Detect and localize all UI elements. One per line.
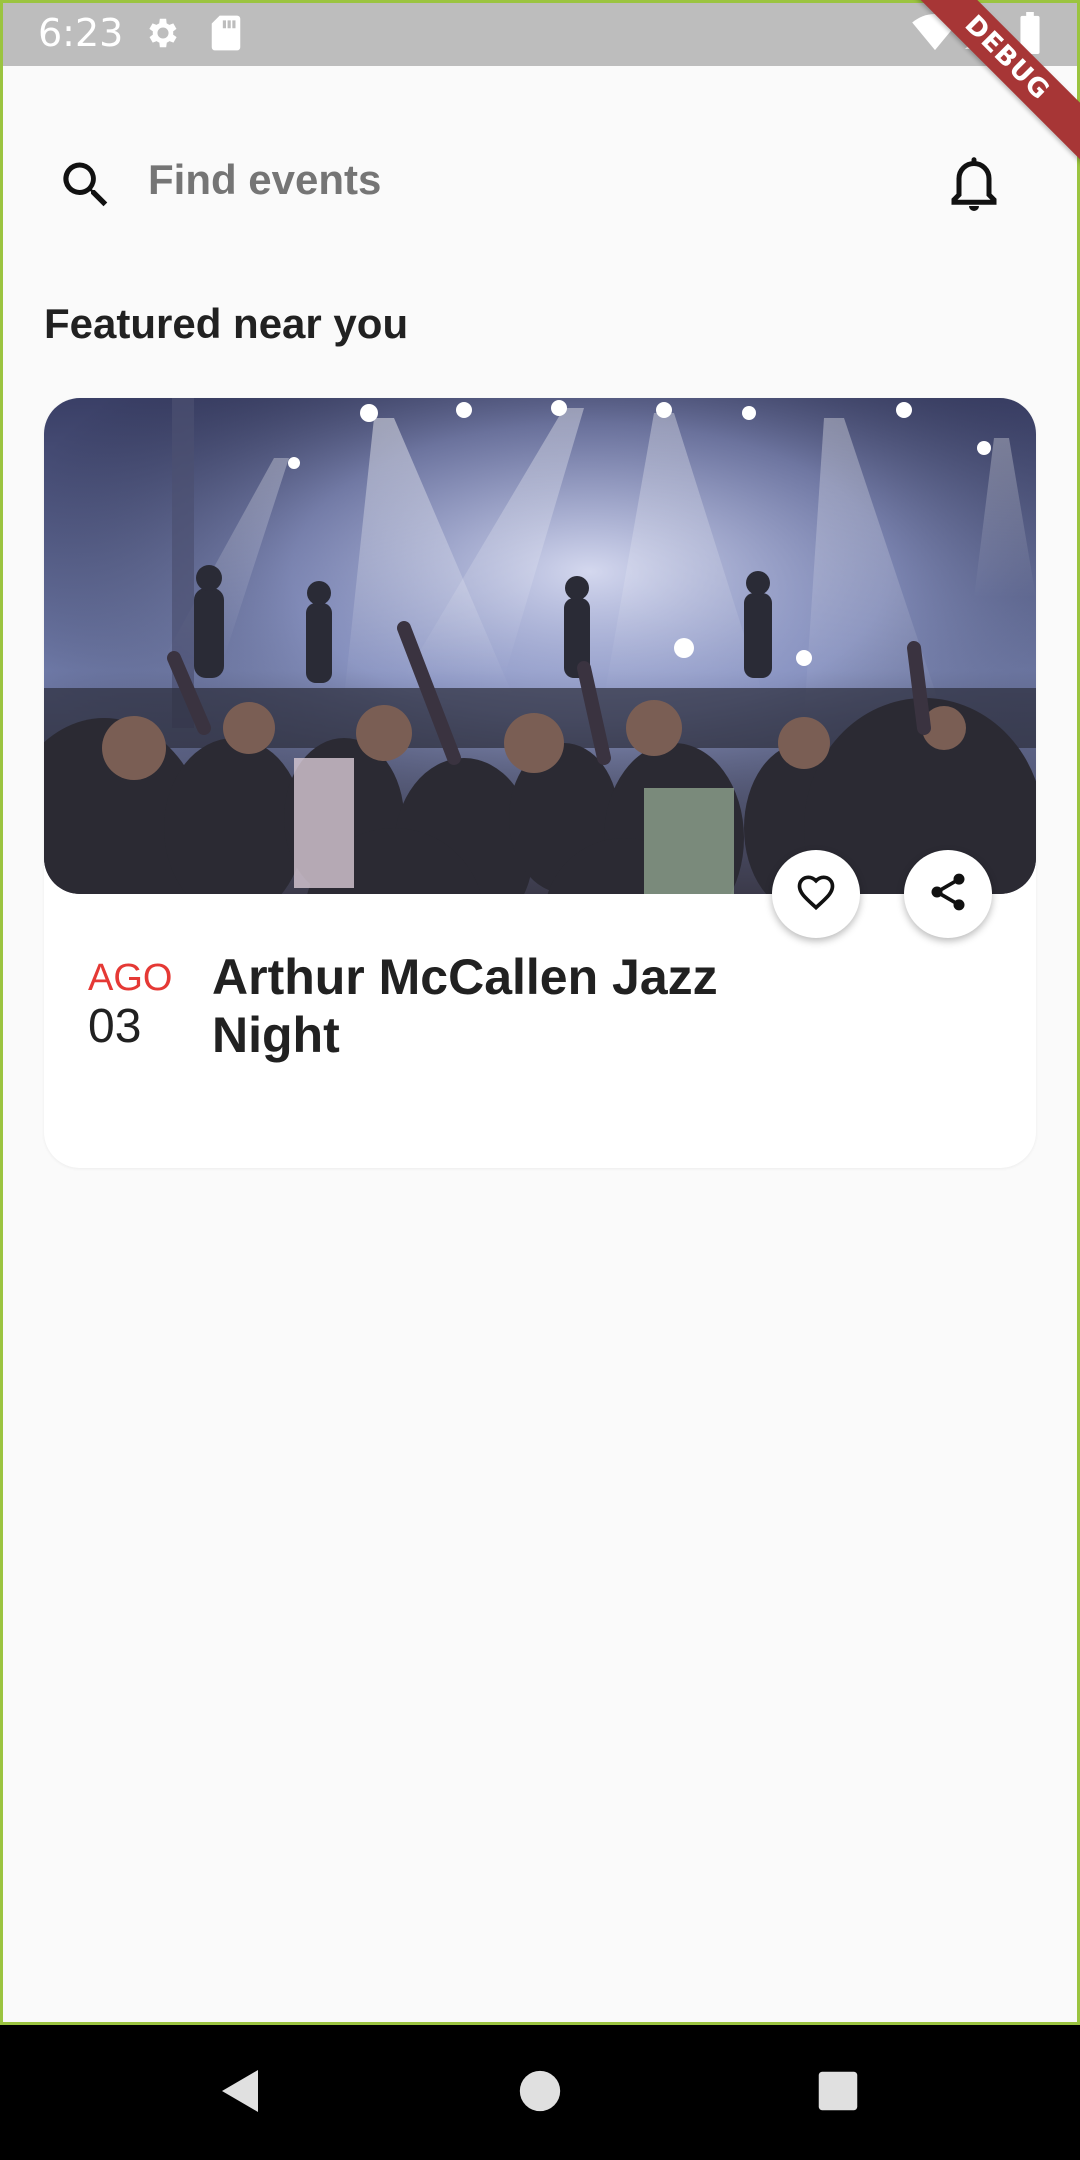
- home-circle-icon: [518, 2069, 562, 2118]
- recents-button[interactable]: [802, 2057, 874, 2129]
- status-bar: 6:23: [0, 0, 1080, 66]
- event-day: 03: [88, 1000, 142, 1053]
- event-image: [44, 398, 1036, 894]
- event-card[interactable]: AGO 03 Arthur McCallen Jazz Night: [44, 398, 1036, 1168]
- event-title: Arthur McCallen Jazz Night: [212, 949, 718, 1063]
- event-date: AGO 03: [88, 956, 208, 1054]
- sd-card-icon: [210, 14, 242, 57]
- event-month: AGO: [88, 957, 173, 999]
- home-button[interactable]: [504, 2057, 576, 2129]
- search-icon[interactable]: [56, 155, 116, 215]
- section-title: Featured near you: [44, 300, 409, 347]
- favorite-button[interactable]: [772, 850, 860, 938]
- status-time: 6:23: [38, 11, 124, 55]
- recents-square-icon: [817, 2070, 859, 2117]
- search-bar: [0, 130, 1080, 230]
- search-input[interactable]: [148, 150, 848, 210]
- favorite-heart-icon: [794, 870, 838, 919]
- share-button[interactable]: [904, 850, 992, 938]
- back-triangle-icon: [218, 2066, 266, 2121]
- bell-icon[interactable]: [944, 154, 1004, 218]
- back-button[interactable]: [206, 2057, 278, 2129]
- navigation-bar: [0, 2025, 1080, 2160]
- settings-icon: [144, 14, 182, 57]
- share-icon: [926, 870, 970, 919]
